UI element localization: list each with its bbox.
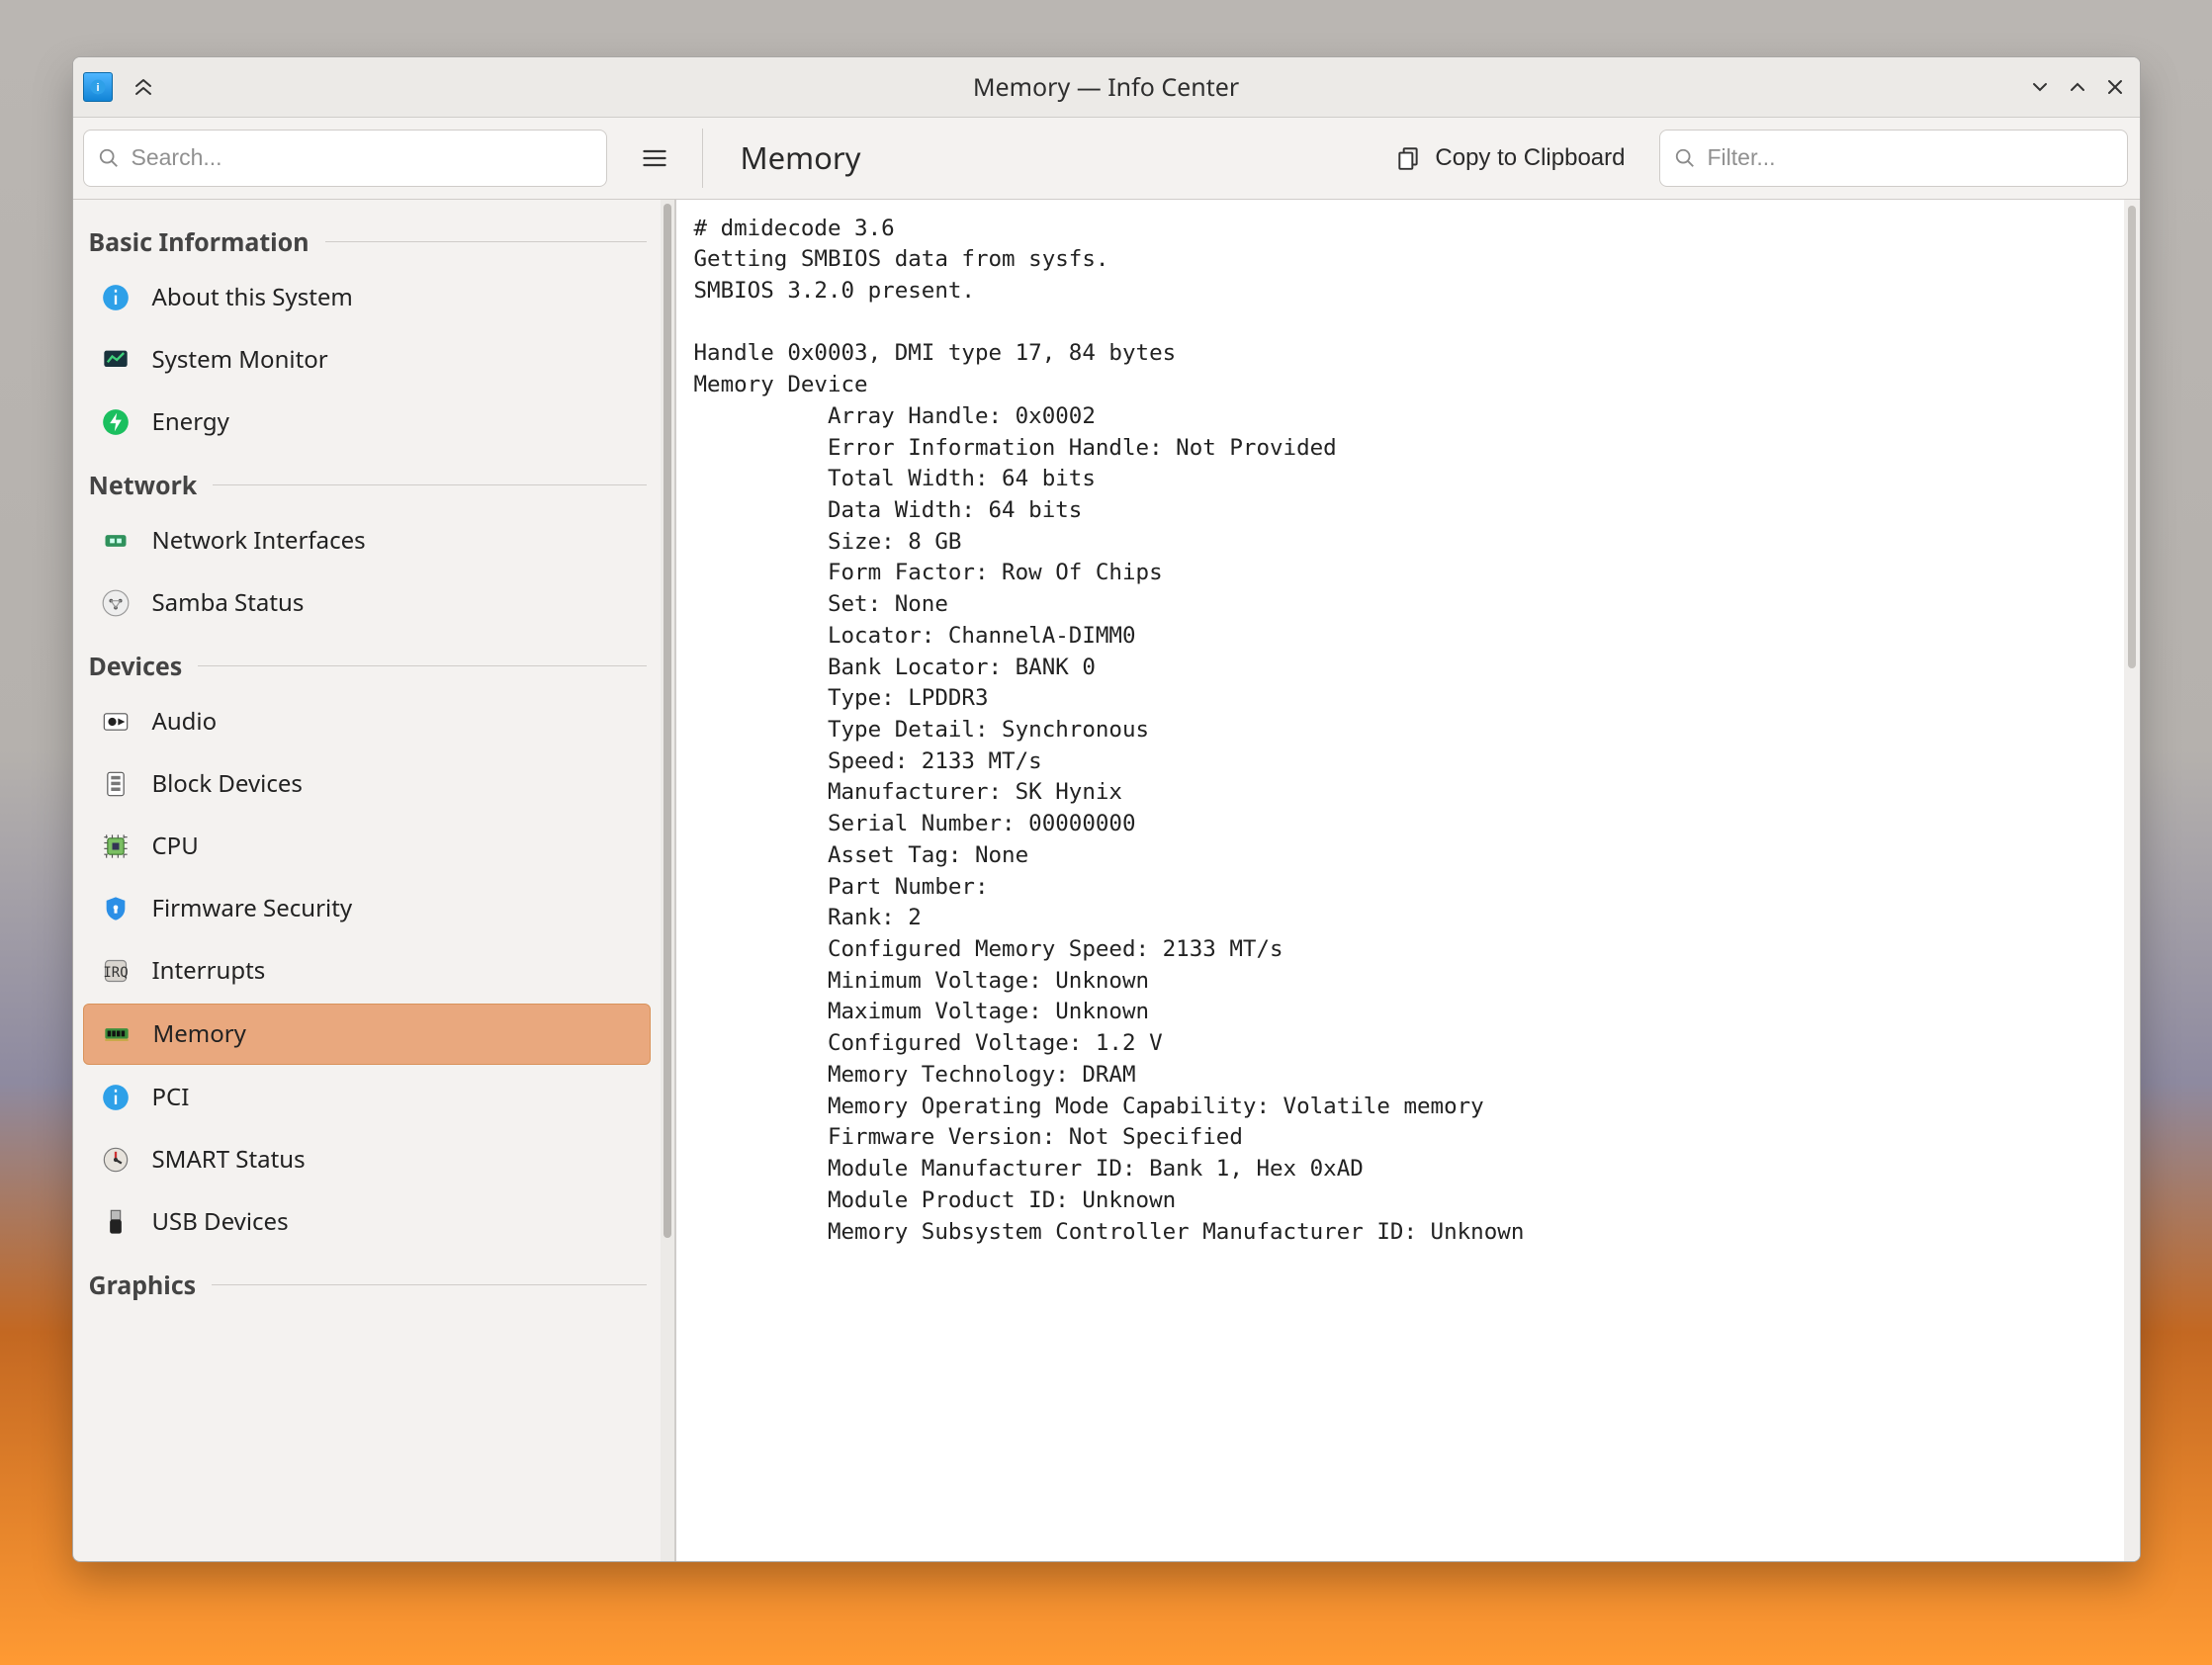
energy-icon — [101, 407, 131, 437]
shield-icon — [101, 894, 131, 923]
minimize-button[interactable] — [2023, 70, 2057, 104]
sidebar-item-label: System Monitor — [152, 343, 328, 376]
keep-above-button[interactable] — [127, 70, 160, 104]
sidebar-item-about[interactable]: About this System — [83, 268, 651, 327]
sidebar-item-label: USB Devices — [152, 1205, 289, 1238]
svg-text:i: i — [96, 82, 99, 94]
monitor-icon — [101, 345, 131, 375]
info-icon — [101, 283, 131, 312]
sidebar-item-cpu[interactable]: CPU — [83, 817, 651, 876]
section-title: Devices — [89, 650, 183, 683]
sidebar-item-label: Network Interfaces — [152, 524, 366, 557]
sidebar-item-samba[interactable]: Samba Status — [83, 573, 651, 633]
sidebar-item-net[interactable]: Network Interfaces — [83, 511, 651, 570]
toolbar: Memory Copy to Clipboard — [73, 118, 2140, 200]
sidebar-item-sysmon[interactable]: System Monitor — [83, 330, 651, 390]
sidebar-item-label: SMART Status — [152, 1143, 306, 1176]
content-panel: # dmidecode 3.6 Getting SMBIOS data from… — [675, 200, 2140, 1561]
sidebar-item-label: CPU — [152, 830, 199, 862]
sidebar-item-block[interactable]: Block Devices — [83, 754, 651, 814]
interrupts-icon: IRQ — [101, 956, 131, 986]
sidebar-item-memory[interactable]: Memory — [83, 1004, 651, 1065]
samba-icon — [101, 588, 131, 618]
section-header: Graphics — [73, 1255, 661, 1308]
svg-text:IRQ: IRQ — [103, 964, 128, 980]
sidebar-item-irq[interactable]: IRQ Interrupts — [83, 941, 651, 1001]
toolbar-divider — [702, 129, 703, 188]
sidebar-item-pci[interactable]: PCI — [83, 1068, 651, 1127]
section-divider — [212, 1284, 646, 1285]
usb-icon — [101, 1207, 131, 1237]
cpu-icon — [101, 832, 131, 861]
search-field[interactable] — [130, 143, 592, 172]
sidebar-item-label: PCI — [152, 1081, 190, 1113]
sidebar-item-fwsec[interactable]: Firmware Security — [83, 879, 651, 938]
section-title: Network — [89, 469, 198, 502]
copy-to-clipboard-button[interactable]: Copy to Clipboard — [1377, 131, 1642, 186]
nic-icon — [101, 526, 131, 556]
sidebar-scrollbar[interactable] — [661, 200, 674, 1561]
sidebar-item-label: Audio — [152, 705, 218, 738]
section-header: Devices — [73, 636, 661, 689]
dmidecode-output[interactable]: # dmidecode 3.6 Getting SMBIOS data from… — [676, 200, 2124, 1561]
audio-icon — [101, 707, 131, 737]
info-center-window: i Memory — Info Center — [72, 56, 2141, 1562]
maximize-button[interactable] — [2061, 70, 2094, 104]
content-scrollbar[interactable] — [2124, 200, 2140, 1561]
scrollbar-thumb[interactable] — [2128, 206, 2136, 668]
section-divider — [325, 241, 647, 242]
sidebar-item-label: Samba Status — [152, 586, 305, 619]
pci-icon — [101, 1083, 131, 1112]
sidebar-item-label: Interrupts — [152, 954, 266, 987]
block-icon — [101, 769, 131, 799]
sidebar-item-audio[interactable]: Audio — [83, 692, 651, 751]
hamburger-button[interactable] — [631, 134, 678, 182]
body: Basic Information About this System System… — [73, 200, 2140, 1561]
section-divider — [198, 665, 646, 666]
close-button[interactable] — [2098, 70, 2132, 104]
filter-field[interactable] — [1706, 143, 2113, 172]
clipboard-icon — [1395, 145, 1421, 171]
titlebar: i Memory — Info Center — [73, 57, 2140, 118]
sidebar-item-label: Firmware Security — [152, 892, 353, 924]
sidebar: Basic Information About this System System… — [73, 200, 675, 1561]
sidebar-item-label: Energy — [152, 405, 229, 438]
app-icon: i — [83, 72, 113, 102]
page-title: Memory — [727, 137, 861, 179]
section-divider — [213, 484, 646, 485]
section-title: Graphics — [89, 1269, 197, 1302]
sidebar-item-usb[interactable]: USB Devices — [83, 1192, 651, 1252]
smart-icon — [101, 1145, 131, 1175]
memory-icon — [102, 1019, 132, 1049]
window-title: Memory — Info Center — [73, 57, 2140, 117]
sidebar-item-smart[interactable]: SMART Status — [83, 1130, 651, 1189]
filter-input[interactable] — [1659, 130, 2128, 187]
sidebar-item-label: Block Devices — [152, 767, 303, 800]
copy-label: Copy to Clipboard — [1435, 144, 1625, 172]
sidebar-item-label: Memory — [153, 1017, 246, 1050]
search-icon — [98, 147, 120, 169]
sidebar-item-label: About this System — [152, 281, 353, 313]
section-header: Basic Information — [73, 212, 661, 265]
section-title: Basic Information — [89, 225, 310, 259]
scrollbar-thumb[interactable] — [664, 204, 671, 1239]
section-header: Network — [73, 455, 661, 508]
sidebar-item-energy[interactable]: Energy — [83, 393, 651, 452]
search-icon — [1674, 147, 1696, 169]
search-input[interactable] — [83, 130, 607, 187]
